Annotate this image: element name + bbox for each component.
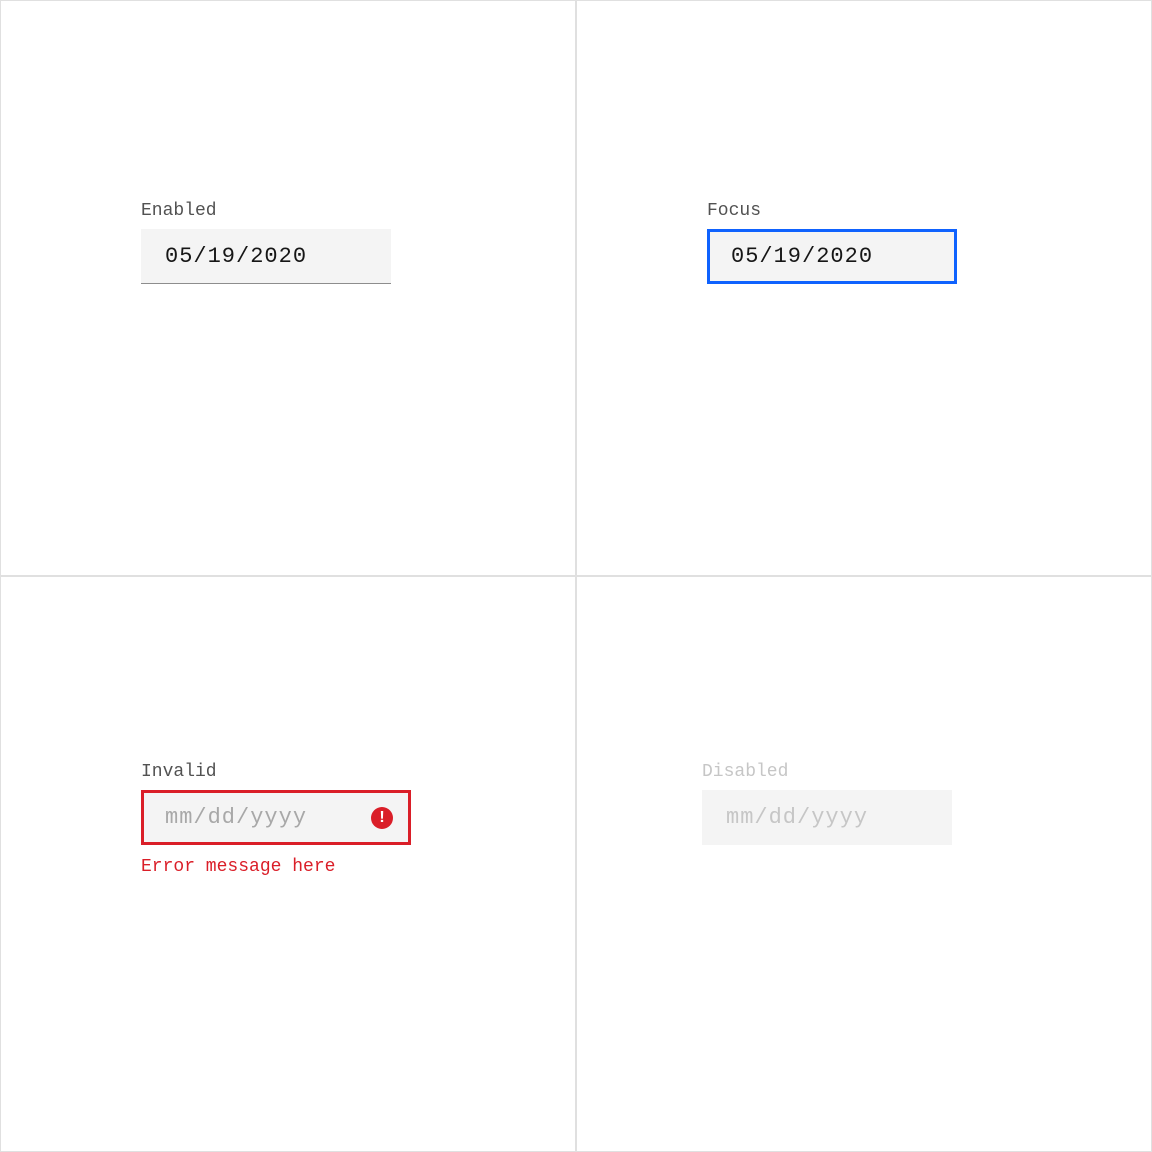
date-input-wrapper: 05/19/2020: [141, 229, 391, 284]
date-input-disabled: mm/dd/yyyy: [702, 790, 952, 845]
enabled-state-quadrant: Enabled 05/19/2020: [0, 0, 576, 576]
disabled-state-quadrant: Disabled mm/dd/yyyy: [576, 576, 1152, 1152]
enabled-state-label: Enabled: [141, 201, 575, 221]
focus-state-label: Focus: [707, 201, 1151, 221]
date-input-wrapper: mm/dd/yyyy: [702, 790, 952, 845]
invalid-state-quadrant: Invalid mm/dd/yyyy Error message here: [0, 576, 576, 1152]
date-input-focus[interactable]: 05/19/2020: [707, 229, 957, 284]
disabled-state-label: Disabled: [702, 762, 1151, 782]
warning-icon: [371, 807, 393, 829]
focus-state-quadrant: Focus 05/19/2020: [576, 0, 1152, 576]
date-input-value: 05/19/2020: [731, 244, 873, 269]
date-input-wrapper: mm/dd/yyyy: [141, 790, 411, 845]
error-message: Error message here: [141, 857, 575, 877]
invalid-state-label: Invalid: [141, 762, 575, 782]
date-input-wrapper: 05/19/2020: [707, 229, 957, 284]
date-input-placeholder: mm/dd/yyyy: [726, 805, 868, 830]
date-input-placeholder: mm/dd/yyyy: [165, 805, 307, 830]
date-input-enabled[interactable]: 05/19/2020: [141, 229, 391, 284]
date-input-value: 05/19/2020: [165, 244, 307, 269]
